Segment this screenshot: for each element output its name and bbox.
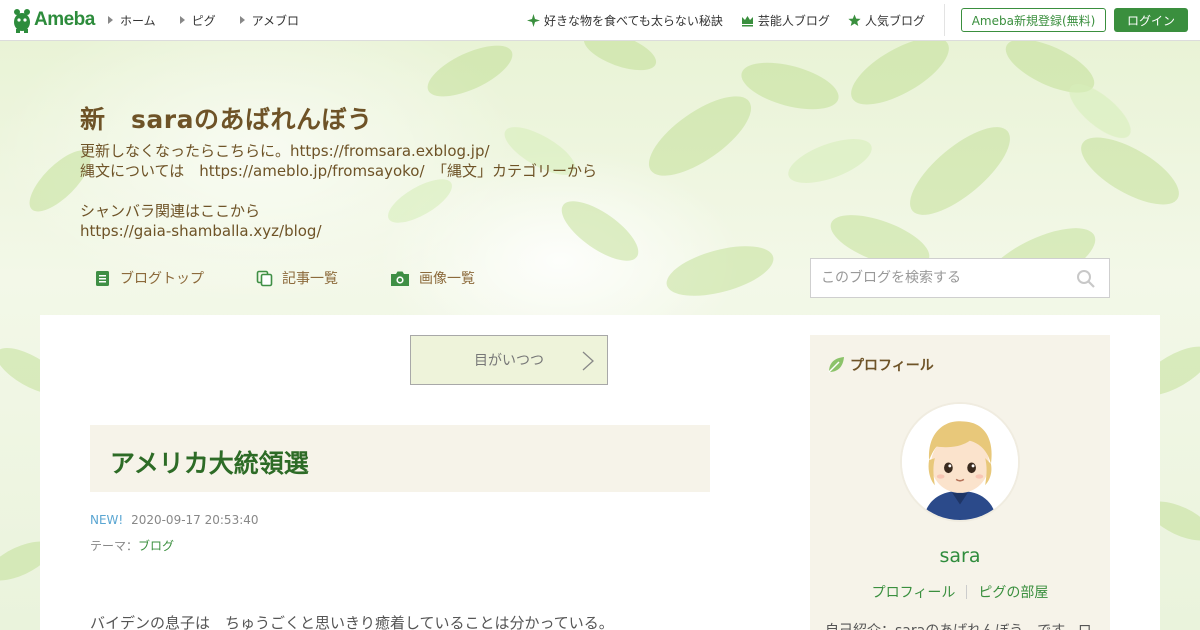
promo-link-diet-label: 好きな物を食べても太らない秘訣 [544,13,723,28]
promo-link-popular-label: 人気ブログ [864,13,925,28]
entry-title[interactable]: アメリカ大統領選 [110,444,309,480]
document-icon [96,270,109,286]
chevron-right-icon [582,351,594,371]
blog-description-line: 縄文については https://ameblo.jp/fromsayoko/ 「縄… [80,162,598,180]
avatar[interactable] [900,402,1020,522]
blog-description: 更新しなくなったらこちらに。https://fromsara.exblog.jp… [80,141,597,241]
header-divider [944,4,945,36]
blog-nav-entries[interactable]: 記事一覧 [256,268,338,288]
triangle-right-icon [179,16,185,24]
star-icon [848,14,861,26]
link-divider [966,585,968,599]
ameba-mascot-icon [14,9,30,33]
blog-search-input[interactable] [811,259,1061,297]
camera-icon [391,271,409,286]
pigg-room-link[interactable]: ピグの部屋 [978,582,1048,602]
ameba-logo[interactable]: Ameba [12,7,95,33]
blog-nav: ブログトップ 記事一覧 画像一覧 [94,268,527,288]
entry-theme-label: テーマ： [90,539,139,553]
blog-nav-images-label: 画像一覧 [419,271,475,287]
main-content: 目がいつつ アメリカ大統領選 NEW! 2020-09-17 20:53:40 … [40,315,1160,630]
profile-heading: プロフィール [826,355,934,375]
nav-home[interactable]: ホーム [108,12,156,29]
blog-nav-images[interactable]: 画像一覧 [390,268,475,288]
blog-nav-top-label: ブログトップ [120,271,204,287]
entry-datetime: 2020-09-17 20:53:40 [131,513,259,527]
entry-theme-link[interactable]: ブログ [138,539,174,553]
entry-meta: NEW! 2020-09-17 20:53:40 [90,513,259,527]
search-icon[interactable] [1076,269,1095,288]
blog-description-line: https://gaia-shamballa.xyz/blog/ [80,222,322,240]
prev-entry-link[interactable]: 目がいつつ [410,335,608,385]
profile-name[interactable]: sara [810,545,1110,567]
nav-ameblo-label: アメブロ [251,13,300,28]
register-button[interactable]: Ameba新規登録(無料) [961,8,1106,32]
nav-home-label: ホーム [120,13,156,28]
blog-search-box [810,258,1110,298]
copy-icon [256,270,273,286]
new-badge: NEW! [90,513,124,527]
entry-theme: テーマ：ブログ [90,537,174,554]
promo-link-popular[interactable]: 人気ブログ [848,12,925,29]
nav-pigg-label: ピグ [191,13,216,28]
profile-link[interactable]: プロフィール [872,582,956,602]
profile-links: プロフィール ピグの部屋 [810,582,1110,602]
blog-nav-top[interactable]: ブログトップ [94,268,204,288]
nav-pigg[interactable]: ピグ [179,12,216,29]
crown-icon [741,15,753,26]
triangle-right-icon [108,16,113,24]
sparkle-icon [527,13,540,27]
global-nav: ホーム ピグ アメブロ [108,0,323,40]
triangle-right-icon [239,16,245,24]
promo-link-celebrity-label: 芸能人ブログ [757,13,830,28]
login-button[interactable]: ログイン [1114,8,1188,32]
profile-intro: 自己紹介：saraのあばれんぼう です。ロ [825,620,1095,630]
promo-link-celebrity[interactable]: 芸能人ブログ [741,12,830,29]
blog-nav-entries-label: 記事一覧 [282,271,338,287]
global-header: Ameba ホーム ピグ アメブロ 好きな物を食べても太らない秘訣 芸能人ブログ… [0,0,1200,41]
blog-description-line [80,181,597,201]
leaf-icon [828,357,844,373]
blog-description-line: 更新しなくなったらこちらに。https://fromsara.exblog.jp… [80,142,490,160]
promo-link-diet[interactable]: 好きな物を食べても太らない秘訣 [527,12,723,29]
prev-entry-label: 目がいつつ [474,353,544,369]
entry-title-box: アメリカ大統領選 [90,425,710,492]
avatar-illustration [902,404,1018,520]
profile-heading-label: プロフィール [850,358,934,374]
nav-ameblo[interactable]: アメブロ [239,12,300,29]
blog-description-line: シャンバラ関連はここから [80,202,261,220]
entry-body: バイデンの息子は ちゅうごくと思いきり癒着していることは分かっている。 [90,614,614,630]
profile-card: プロフィール sara プロフィール ピグの部屋 [810,335,1110,630]
blog-title[interactable]: 新 saraのあばれんぼう [80,100,372,136]
promo-links: 好きな物を食べても太らない秘訣 芸能人ブログ 人気ブログ [527,0,943,40]
logo-text: Ameba [34,9,95,30]
